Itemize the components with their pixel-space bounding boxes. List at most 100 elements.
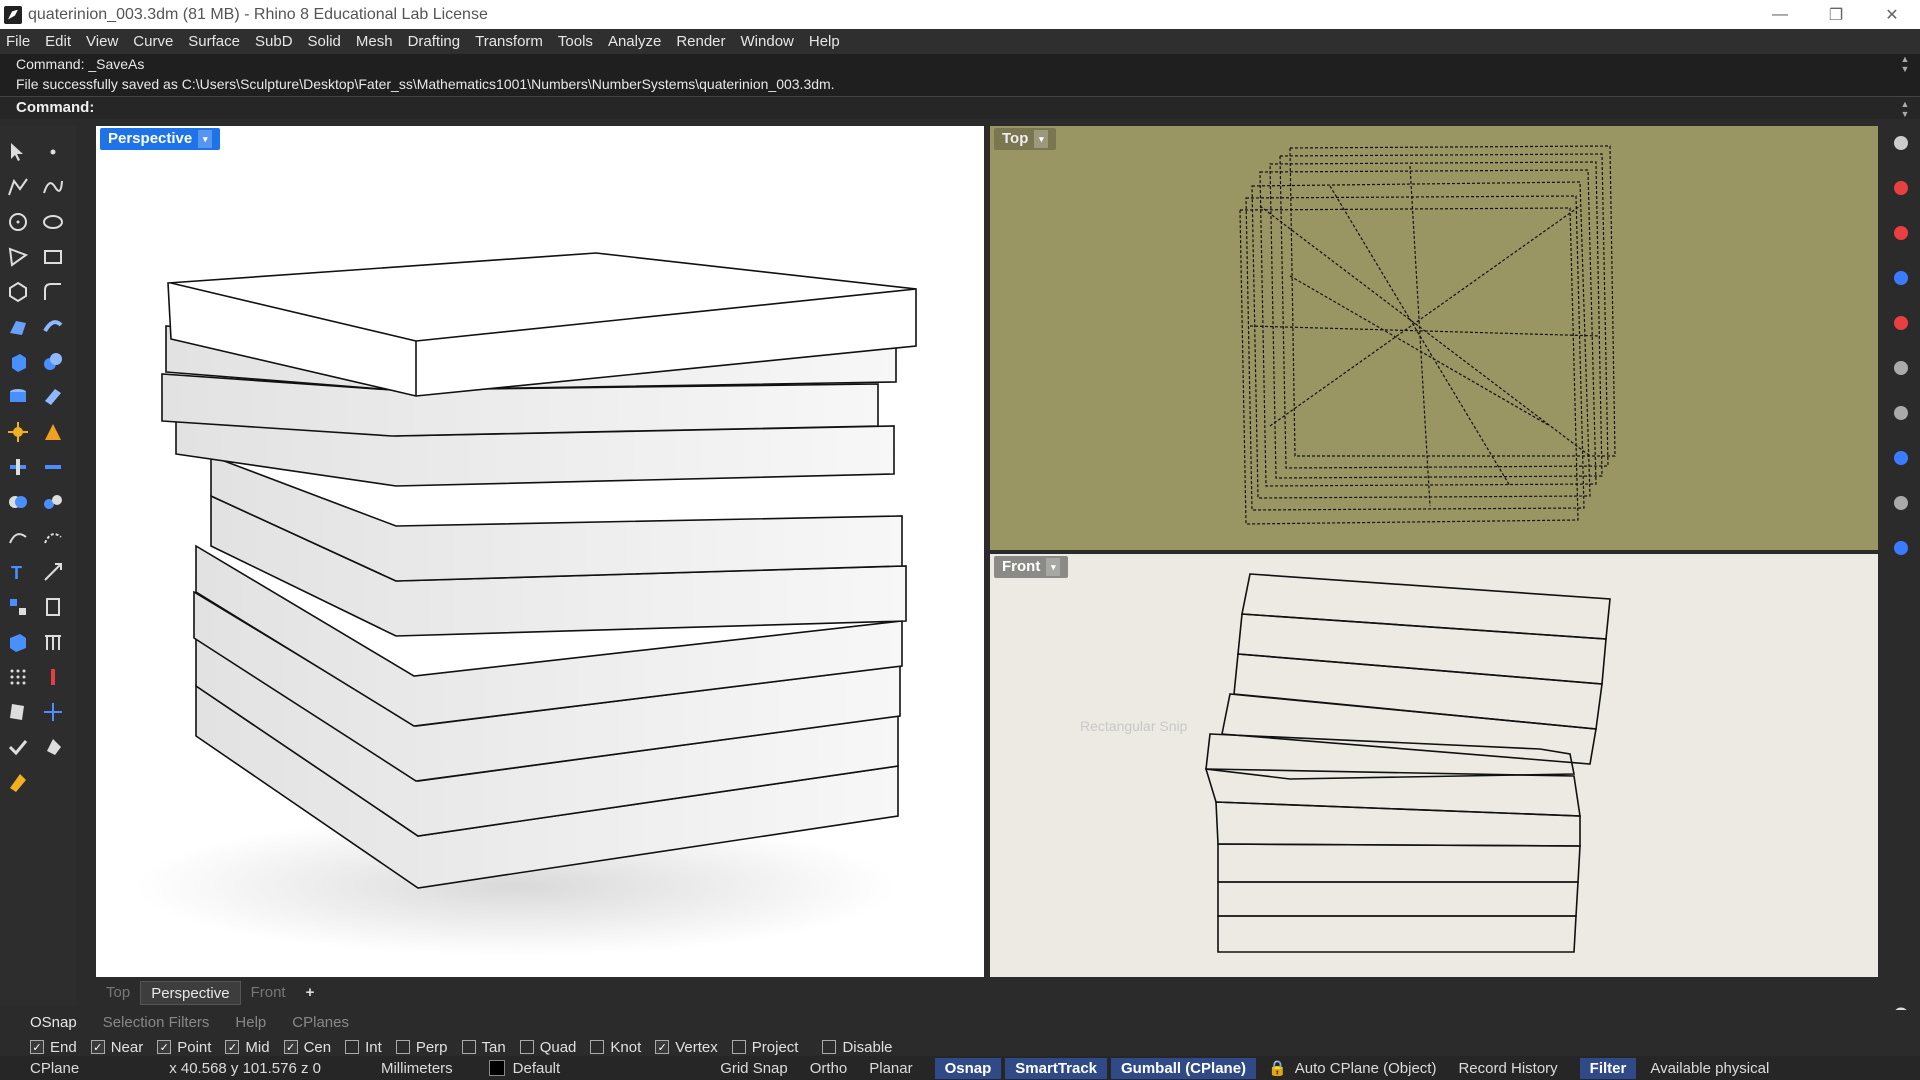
viewport-dropdown-icon[interactable]: ▾ <box>198 130 213 148</box>
osnap-perp[interactable]: Perp <box>395 1039 448 1056</box>
menu-subd[interactable]: SubD <box>255 33 293 50</box>
status-toggle-icon[interactable] <box>0 1056 30 1080</box>
render-icon[interactable] <box>39 698 67 726</box>
curve-icon[interactable] <box>39 173 67 201</box>
polyline-icon[interactable] <box>4 173 32 201</box>
checkbox-icon[interactable]: ✓ <box>90 1040 105 1054</box>
menu-edit[interactable]: Edit <box>45 33 71 50</box>
grid-icon[interactable] <box>39 593 67 621</box>
loft-icon[interactable] <box>39 313 67 341</box>
color-wheel-icon[interactable] <box>1891 178 1911 198</box>
patch-icon[interactable] <box>4 663 32 691</box>
select-icon[interactable] <box>39 733 67 761</box>
menu-help[interactable]: Help <box>809 33 840 50</box>
menu-surface[interactable]: Surface <box>188 33 240 50</box>
checkbox-icon[interactable] <box>461 1040 476 1054</box>
notification-icon[interactable] <box>1891 448 1911 468</box>
array-icon[interactable]: T <box>4 558 32 586</box>
surface-icon[interactable] <box>4 313 32 341</box>
menu-analyze[interactable]: Analyze <box>608 33 661 50</box>
perspective-viewport[interactable]: Perspective ▾ <box>96 126 984 977</box>
point-icon[interactable] <box>4 768 32 796</box>
layer-color-swatch[interactable] <box>488 1060 505 1076</box>
history-scroll-arrows-icon[interactable]: ▲ ▼ <box>1898 54 1912 74</box>
osnap-point[interactable]: ✓ Point <box>157 1039 211 1056</box>
checkbox-icon[interactable] <box>345 1040 360 1054</box>
auto-cplane-toggle[interactable]: Auto CPlane (Object) <box>1295 1060 1437 1077</box>
extrude-icon[interactable] <box>39 383 67 411</box>
scale-icon[interactable] <box>39 558 67 586</box>
menu-window[interactable]: Window <box>741 33 794 50</box>
filter-toggle[interactable]: Filter <box>1579 1057 1637 1079</box>
checkbox-icon[interactable]: ✓ <box>655 1040 670 1054</box>
minimize-button[interactable]: — <box>1752 0 1808 29</box>
checkbox-icon[interactable] <box>731 1040 746 1054</box>
menu-drafting[interactable]: Drafting <box>408 33 461 50</box>
offset-icon[interactable] <box>4 488 32 516</box>
settings-icon[interactable] <box>1891 133 1911 153</box>
menu-tools[interactable]: Tools <box>558 33 593 50</box>
learn-icon[interactable] <box>1891 493 1911 513</box>
boolean-union-icon[interactable] <box>4 453 32 481</box>
paint-icon[interactable] <box>4 733 32 761</box>
layout-icon[interactable] <box>39 628 67 656</box>
checkbox-icon[interactable] <box>822 1040 837 1054</box>
checkbox-icon[interactable]: ✓ <box>30 1040 44 1054</box>
explode-icon[interactable] <box>4 418 32 446</box>
osnap-project[interactable]: Project <box>731 1039 798 1056</box>
cplane-indicator[interactable]: CPlane <box>30 1060 79 1077</box>
grid-snap-toggle[interactable]: Grid Snap <box>720 1060 788 1077</box>
osnap-toggle[interactable]: Osnap <box>934 1057 1002 1079</box>
tab-selection-filters[interactable]: Selection Filters <box>103 1014 210 1031</box>
viewport-title-top[interactable]: Top ▾ <box>994 128 1057 150</box>
checkbox-icon[interactable] <box>395 1040 410 1054</box>
tab-osnap[interactable]: OSnap <box>30 1014 77 1031</box>
osnap-disable[interactable]: Disable <box>822 1039 893 1056</box>
checkbox-icon[interactable]: ✓ <box>283 1040 298 1054</box>
planar-toggle[interactable]: Planar <box>869 1060 912 1077</box>
osnap-near[interactable]: ✓ Near <box>90 1039 143 1056</box>
box-icon[interactable] <box>4 348 32 376</box>
top-viewport[interactable]: Top ▾ <box>990 126 1878 550</box>
checkbox-icon[interactable] <box>519 1040 534 1054</box>
osnap-cen[interactable]: ✓ Cen <box>283 1039 331 1056</box>
add-viewport-tab-button[interactable]: + <box>296 981 325 1005</box>
menu-transform[interactable]: Transform <box>475 33 543 50</box>
help-icon[interactable] <box>1891 538 1911 558</box>
cylinder-icon[interactable] <box>4 383 32 411</box>
block-icon[interactable] <box>4 593 32 621</box>
front-viewport[interactable]: Rectangular Snip Front ▾ <box>990 554 1878 977</box>
ortho-toggle[interactable]: Ortho <box>810 1060 848 1077</box>
menu-solid[interactable]: Solid <box>308 33 341 50</box>
render-icon[interactable] <box>1891 223 1911 243</box>
units-indicator[interactable]: Millimeters <box>381 1060 453 1077</box>
osnap-quad[interactable]: Quad <box>519 1039 576 1056</box>
boolean-diff-icon[interactable] <box>39 453 67 481</box>
viewport-title-front[interactable]: Front ▾ <box>994 556 1069 578</box>
layers-icon[interactable] <box>1891 358 1911 378</box>
command-line[interactable]: Command: ▲ ▼ <box>0 96 1920 119</box>
osnap-tan[interactable]: Tan <box>461 1039 506 1056</box>
osnap-vertex[interactable]: ✓ Vertex <box>655 1039 718 1056</box>
circle-icon[interactable] <box>4 208 32 236</box>
tab-top[interactable]: Top <box>96 981 140 1005</box>
point-icon[interactable] <box>39 138 67 166</box>
menu-file[interactable]: File <box>6 33 30 50</box>
menu-curve[interactable]: Curve <box>133 33 173 50</box>
tab-perspective[interactable]: Perspective <box>140 981 241 1005</box>
menu-render[interactable]: Render <box>676 33 725 50</box>
dimension-icon[interactable] <box>39 523 67 551</box>
close-button[interactable]: ✕ <box>1864 0 1920 29</box>
gumball-toggle[interactable]: Gumball (CPlane) <box>1111 1057 1257 1079</box>
sphere-icon[interactable] <box>39 348 67 376</box>
current-layer[interactable]: Default <box>513 1060 561 1077</box>
materials-icon[interactable] <box>1891 268 1911 288</box>
text-icon[interactable] <box>4 523 32 551</box>
split-icon[interactable] <box>39 418 67 446</box>
camera-icon[interactable] <box>1891 403 1911 423</box>
polygon-icon[interactable] <box>4 243 32 271</box>
command-scroll-arrows-icon[interactable]: ▲ ▼ <box>1898 99 1912 119</box>
osnap-mid[interactable]: ✓ Mid <box>225 1039 270 1056</box>
paint-icon[interactable] <box>1891 313 1911 333</box>
check-icon[interactable] <box>4 698 32 726</box>
